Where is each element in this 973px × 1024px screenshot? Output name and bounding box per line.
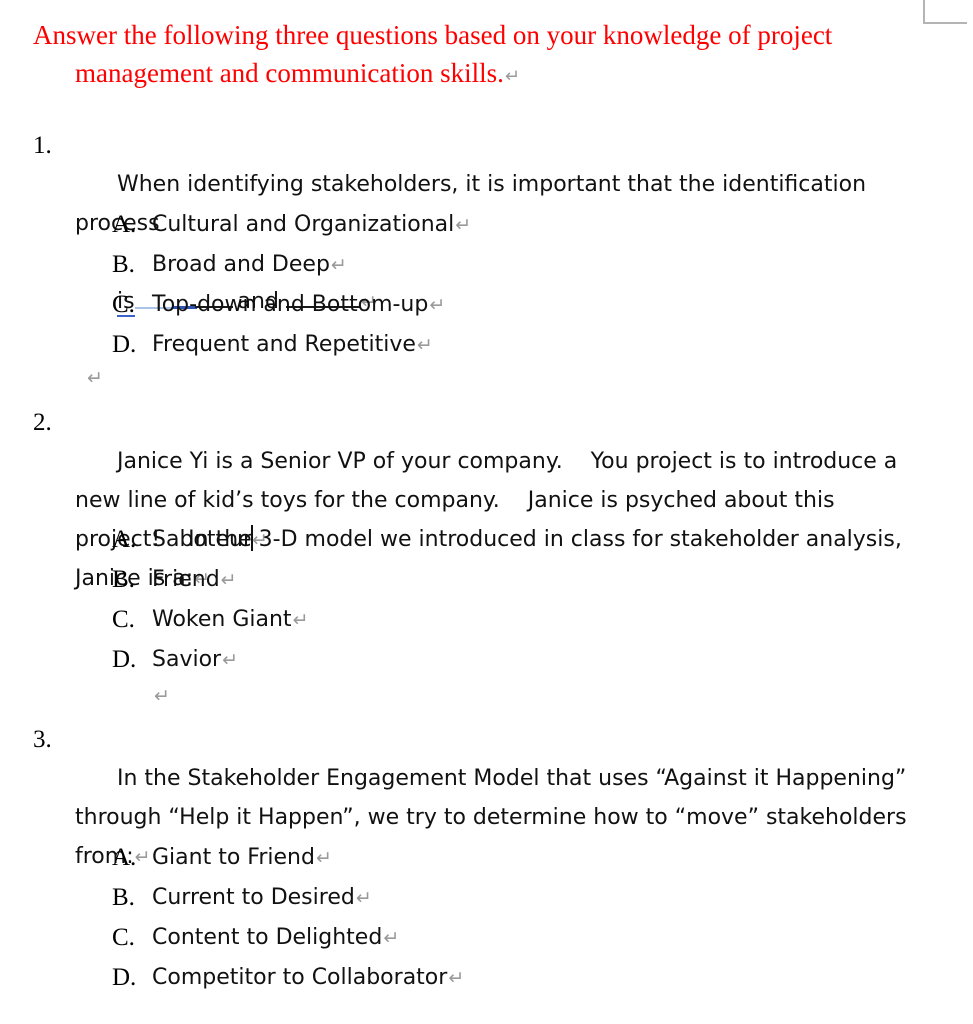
option-text: Cultural and Organizational↵ — [152, 205, 471, 245]
option-item[interactable]: B. Friend↵ — [0, 560, 900, 600]
paragraph-mark-icon: ↵ — [355, 887, 372, 909]
option-letter: A. — [112, 526, 137, 553]
option-label: Friend — [152, 567, 220, 592]
option-letter: C. — [112, 924, 135, 951]
option-item[interactable]: C. Content to Delighted↵ — [0, 918, 900, 958]
paragraph-mark-icon: ↵ — [448, 967, 465, 989]
option-text: Giant to Friend↵ — [152, 838, 332, 878]
option-label: Current to Desired — [152, 885, 355, 910]
option-item[interactable]: D. Savior↵ — [0, 640, 900, 680]
paragraph-mark-icon: ↵ — [315, 847, 332, 869]
paragraph-mark-icon: ↵ — [383, 927, 400, 949]
heading-line-2-wrapper: management and communication skills.↵ — [33, 54, 913, 96]
option-label: Savior — [152, 647, 222, 672]
option-label: Saboteur — [152, 527, 253, 552]
margin-marker-vertical-line — [923, 0, 925, 24]
option-item[interactable]: A. Cultural and Organizational↵ — [0, 205, 900, 245]
option-letter: B. — [112, 251, 135, 278]
option-letter: B. — [112, 566, 135, 593]
paragraph-mark-icon: ↵ — [455, 214, 472, 236]
question-2-number: 2. — [33, 409, 52, 436]
option-item[interactable]: A. Giant to Friend↵ — [0, 838, 900, 878]
option-label: Giant to Friend — [152, 845, 315, 870]
paragraph-mark-icon: ↵ — [330, 254, 347, 276]
option-item[interactable]: C. Top-down and Bottom-up↵ — [0, 285, 900, 325]
page-margin-corner-marker — [923, 0, 967, 24]
paragraph-mark-icon: ↵ — [292, 609, 309, 631]
option-letter: A. — [112, 211, 137, 238]
option-text: Current to Desired↵ — [152, 878, 372, 918]
paragraph-mark-icon: ↵ — [154, 685, 170, 707]
option-text: Friend↵ — [152, 560, 237, 600]
empty-paragraph-mark-2: ↵ — [153, 686, 170, 706]
option-text: Frequent and Repetitive↵ — [152, 325, 433, 365]
option-letter: A. — [112, 844, 137, 871]
option-text: Content to Delighted↵ — [152, 918, 399, 958]
option-label: Frequent and Repetitive — [152, 332, 416, 357]
option-label: Content to Delighted — [152, 925, 383, 950]
option-label: Competitor to Collaborator — [152, 965, 448, 990]
option-letter: D. — [112, 646, 137, 673]
option-letter: B. — [112, 884, 135, 911]
option-text: Broad and Deep↵ — [152, 245, 347, 285]
question-1-options: A. Cultural and Organizational↵ B. Broad… — [0, 205, 900, 365]
paragraph-mark-icon: ↵ — [220, 569, 237, 591]
heading-line-1: Answer the following three questions bas… — [33, 20, 833, 50]
option-text: Savior↵ — [152, 640, 238, 680]
option-item[interactable]: A. Saboteur↵ — [0, 520, 900, 560]
paragraph-mark-icon: ↵ — [87, 367, 103, 389]
option-label: Cultural and Organizational — [152, 212, 455, 237]
question-3-number: 3. — [33, 726, 52, 753]
paragraph-mark-icon: ↵ — [252, 529, 268, 551]
paragraph-mark-icon: ↵ — [429, 294, 446, 316]
option-item[interactable]: D. Competitor to Collaborator↵ — [0, 958, 900, 998]
option-text: Competitor to Collaborator↵ — [152, 958, 464, 998]
margin-marker-horizontal-line — [923, 22, 967, 24]
paragraph-mark-icon: ↵ — [416, 334, 433, 356]
option-item[interactable]: B. Broad and Deep↵ — [0, 245, 900, 285]
option-label: Broad and Deep — [152, 252, 330, 277]
document-heading: Answer the following three questions bas… — [33, 16, 913, 96]
question-2-options: A. Saboteur↵ B. Friend↵ C. Woken Giant↵ … — [0, 520, 900, 680]
option-letter: C. — [112, 606, 135, 633]
option-letter: D. — [112, 331, 137, 358]
option-text: Saboteur↵ — [152, 520, 268, 560]
question-3-options: A. Giant to Friend↵ B. Current to Desire… — [0, 838, 900, 998]
option-letter: D. — [112, 964, 137, 991]
question-1-number: 1. — [33, 132, 52, 159]
option-letter: C. — [112, 291, 135, 318]
heading-line-2: management and communication skills. — [75, 58, 504, 88]
empty-paragraph-mark-1: ↵ — [86, 368, 103, 388]
option-text: Woken Giant↵ — [152, 600, 308, 640]
paragraph-mark-icon: ↵ — [504, 66, 520, 87]
option-text: Top-down and Bottom-up↵ — [152, 285, 445, 325]
option-label: Top-down and Bottom-up — [152, 292, 429, 317]
option-label: Woken Giant — [152, 607, 292, 632]
option-item[interactable]: D. Frequent and Repetitive↵ — [0, 325, 900, 365]
option-item[interactable]: B. Current to Desired↵ — [0, 878, 900, 918]
paragraph-mark-icon: ↵ — [222, 649, 239, 671]
option-item[interactable]: C. Woken Giant↵ — [0, 600, 900, 640]
